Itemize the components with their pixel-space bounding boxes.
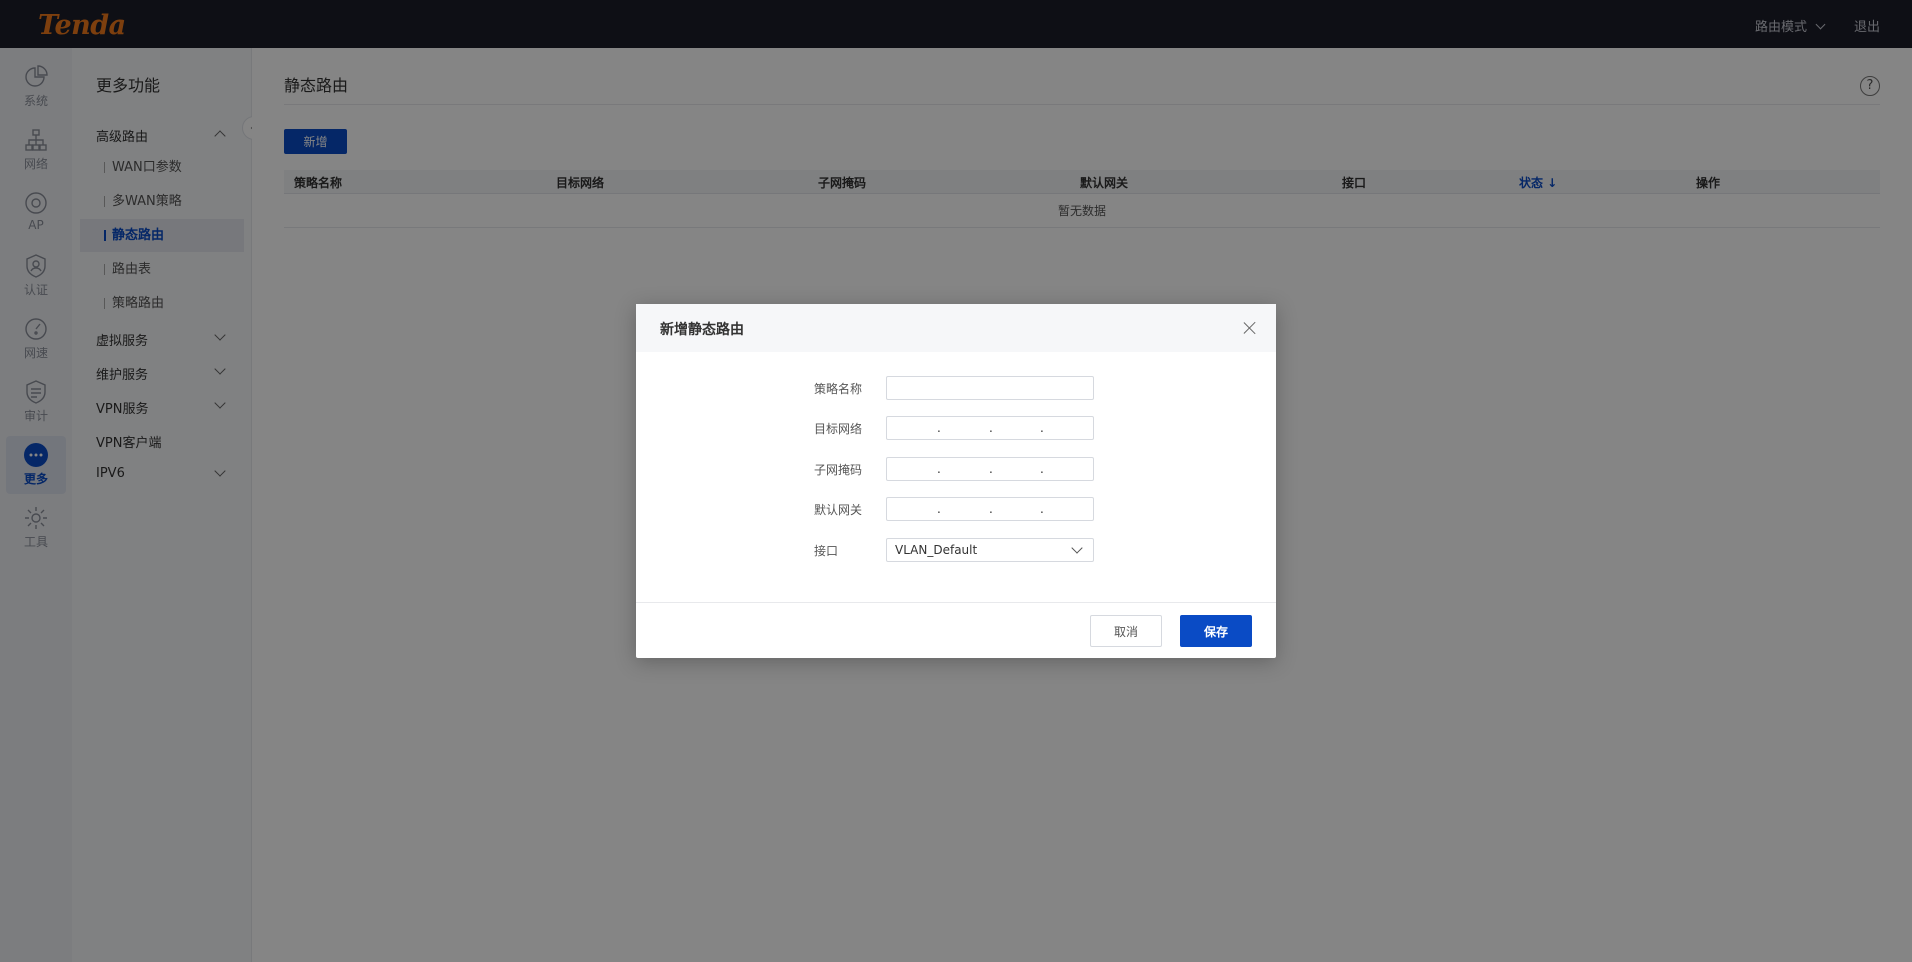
interface-select[interactable]: VLAN_Default: [886, 538, 1094, 562]
gateway-ip-input[interactable]: . . .: [886, 497, 1094, 521]
dest-network-ip-input[interactable]: . . .: [886, 416, 1094, 440]
ip-separator: .: [989, 462, 993, 476]
dest-network-label: 目标网络: [814, 422, 863, 436]
close-icon[interactable]: [1240, 318, 1260, 338]
add-static-route-dialog: 新增静态路由 策略名称 目标网络 . . . 子网掩码 . . . 默认网关 .…: [636, 304, 1276, 658]
interface-label: 接口: [814, 544, 839, 558]
interface-selected-value: VLAN_Default: [895, 543, 978, 557]
divider: [636, 602, 1276, 603]
dialog-header: 新增静态路由: [636, 304, 1276, 352]
subnet-mask-ip-input[interactable]: . . .: [886, 457, 1094, 481]
ip-separator: .: [937, 421, 941, 435]
dialog-title: 新增静态路由: [660, 322, 744, 338]
chevron-down-icon: [1071, 542, 1083, 554]
cancel-button[interactable]: 取消: [1090, 615, 1162, 647]
ip-separator: .: [937, 462, 941, 476]
gateway-label: 默认网关: [814, 503, 863, 517]
ip-separator: .: [1040, 502, 1044, 516]
policy-name-label: 策略名称: [814, 382, 863, 396]
ip-separator: .: [937, 502, 941, 516]
ip-separator: .: [989, 502, 993, 516]
ip-separator: .: [1040, 462, 1044, 476]
subnet-mask-label: 子网掩码: [814, 463, 863, 477]
policy-name-input[interactable]: [886, 376, 1094, 400]
ip-separator: .: [1040, 421, 1044, 435]
ip-separator: .: [989, 421, 993, 435]
save-button[interactable]: 保存: [1180, 615, 1252, 647]
